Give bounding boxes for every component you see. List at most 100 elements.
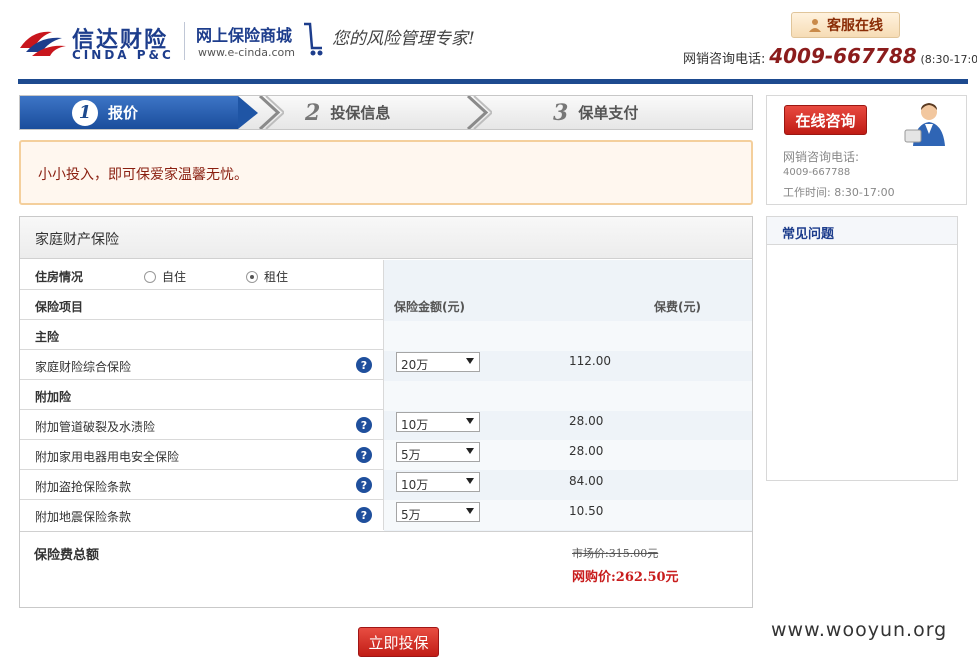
step-quote[interactable]: 1 报价	[20, 96, 238, 129]
premium-row: 5万 28.00	[384, 440, 752, 470]
chevron-right-icon	[258, 96, 284, 129]
premium-header: 保费(元)	[654, 300, 701, 314]
help-icon[interactable]: ?	[356, 447, 372, 463]
coverage-row: 附加家用电器用电安全保险 ?	[20, 440, 384, 470]
coverage-row: 家庭财险综合保险 ?	[20, 350, 384, 380]
addon-section-row: 附加险	[20, 380, 384, 410]
help-icon[interactable]: ?	[356, 507, 372, 523]
help-icon[interactable]: ?	[356, 417, 372, 433]
amount-select[interactable]: 5万	[396, 442, 480, 462]
mall-url: www.e-cinda.com	[198, 46, 296, 59]
radio-rented[interactable]: 租住	[246, 268, 288, 285]
person-icon	[809, 19, 821, 32]
premium-value: 10.50	[569, 504, 604, 518]
premium-value: 28.00	[569, 414, 604, 428]
radio-self-occupied[interactable]: 自住	[144, 268, 186, 285]
amount-select[interactable]: 10万	[396, 472, 480, 492]
product-title: 家庭财产保险	[35, 232, 119, 248]
amount-header: 保险金额(元)	[394, 300, 465, 314]
help-icon[interactable]: ?	[356, 357, 372, 373]
premium-row: 20万 112.00	[384, 350, 752, 380]
consult-phone-number: 4009-667788	[783, 167, 851, 178]
addon-section-label: 附加险	[35, 390, 72, 404]
radio-label: 自住	[162, 270, 187, 284]
select-value: 20万	[401, 358, 429, 372]
consult-hours: 工作时间: 8:30-17:00	[783, 186, 895, 199]
amount-select[interactable]: 5万	[396, 502, 480, 522]
consult-box: 在线咨询 网销咨询电话: 4009-667788 工作时间: 8:30-17:0…	[766, 95, 967, 205]
coverage-name: 附加地震保险条款	[35, 510, 132, 524]
select-value: 10万	[401, 418, 429, 432]
panel-header: 家庭财产保险	[20, 217, 752, 259]
select-value: 10万	[401, 478, 429, 492]
step-label: 投保信息	[330, 104, 391, 122]
page-header: 信达财险 CINDA P&C 网上保险商城 www.e-cinda.com 您的…	[0, 0, 977, 80]
item-header: 保险项目	[35, 300, 84, 314]
premium-row: 5万 10.50	[384, 500, 752, 530]
hotline-number: 4009-667788	[769, 44, 917, 68]
consult-phone-label: 网销咨询电话:	[783, 150, 860, 164]
radio-dot	[144, 270, 156, 283]
coverage-name: 附加家用电器用电安全保险	[35, 450, 180, 464]
premium-value: 112.00	[569, 354, 611, 368]
total-divider	[20, 531, 752, 532]
mall-title: 网上保险商城	[196, 26, 293, 45]
amount-select[interactable]: 20万	[396, 352, 480, 372]
premium-value: 84.00	[569, 474, 604, 488]
product-panel: 家庭财产保险 保险金额(元) 保费(元) 20万 112.00 10万 28.0…	[19, 216, 753, 608]
main-section-label: 主险	[35, 330, 60, 344]
coverage-row: 附加管道破裂及水渍险 ?	[20, 410, 384, 440]
chevron-right-icon	[466, 96, 492, 129]
premium-row: 10万 28.00	[384, 410, 752, 440]
hotline-hours: (8:30-17:00)	[920, 53, 977, 66]
select-value: 5万	[401, 448, 421, 462]
faq-header: 常见问题	[767, 217, 957, 245]
step-label: 报价	[108, 104, 139, 122]
brand-name-en: CINDA P&C	[72, 48, 174, 62]
dropdown-arrow-icon	[466, 358, 474, 364]
main-section-row: 主险	[20, 320, 384, 350]
coverage-row: 附加盗抢保险条款 ?	[20, 470, 384, 500]
market-price: 市场价:315.00元	[572, 547, 659, 560]
header-divider	[184, 22, 185, 60]
hotline: 网销咨询电话: 4009-667788 (8:30-17:00)	[683, 44, 977, 68]
amount-select[interactable]: 10万	[396, 412, 480, 432]
brand-logo[interactable]: 信达财险 CINDA P&C	[18, 22, 183, 62]
notice-text: 小小投入，即可保爱家温馨无忧。	[38, 167, 248, 183]
online-consult-button[interactable]: 在线咨询	[784, 105, 867, 135]
cinda-logo-icon	[20, 31, 66, 56]
step-label: 保单支付	[578, 104, 639, 122]
online-price: 网购价:262.50元	[572, 570, 679, 585]
dropdown-arrow-icon	[466, 418, 474, 424]
watermark: www.wooyun.org	[771, 619, 948, 641]
premium-value: 28.00	[569, 444, 604, 458]
step-insure-info[interactable]: 2 投保信息	[305, 96, 390, 129]
coverage-name: 家庭财险综合保险	[35, 360, 132, 374]
dropdown-arrow-icon	[466, 508, 474, 514]
buy-now-button[interactable]: 立即投保	[358, 627, 439, 657]
hotline-label: 网销咨询电话:	[683, 52, 766, 67]
addon-row-spacer	[384, 381, 752, 411]
total-label: 保险费总额	[34, 548, 100, 563]
radio-dot	[246, 270, 258, 283]
progress-steps: 1 报价 2 投保信息 3 保单支付	[19, 95, 753, 130]
faq-title: 常见问题	[782, 227, 835, 242]
step-arrow	[238, 96, 258, 129]
step-number: 3	[553, 99, 569, 126]
radio-label: 租住	[264, 270, 289, 284]
header-rule	[18, 79, 968, 84]
premium-column: 保险金额(元) 保费(元) 20万 112.00 10万 28.00 5万 28…	[384, 260, 752, 532]
dropdown-arrow-icon	[466, 448, 474, 454]
step-number: 1	[72, 99, 98, 126]
main-row-spacer	[384, 321, 752, 351]
shopping-cart-icon	[304, 22, 323, 56]
slogan: 您的风险管理专家!	[332, 29, 475, 49]
notice-box: 小小投入，即可保爱家温馨无忧。	[19, 140, 753, 205]
housing-label: 住房情况	[35, 270, 84, 284]
help-icon[interactable]: ?	[356, 477, 372, 493]
mall-logo[interactable]: 网上保险商城 www.e-cinda.com	[196, 20, 326, 64]
online-service-button[interactable]: 客服在线	[791, 12, 900, 38]
agent-icon	[904, 103, 945, 146]
faq-box: 常见问题	[766, 216, 958, 481]
step-payment[interactable]: 3 保单支付	[553, 96, 638, 129]
